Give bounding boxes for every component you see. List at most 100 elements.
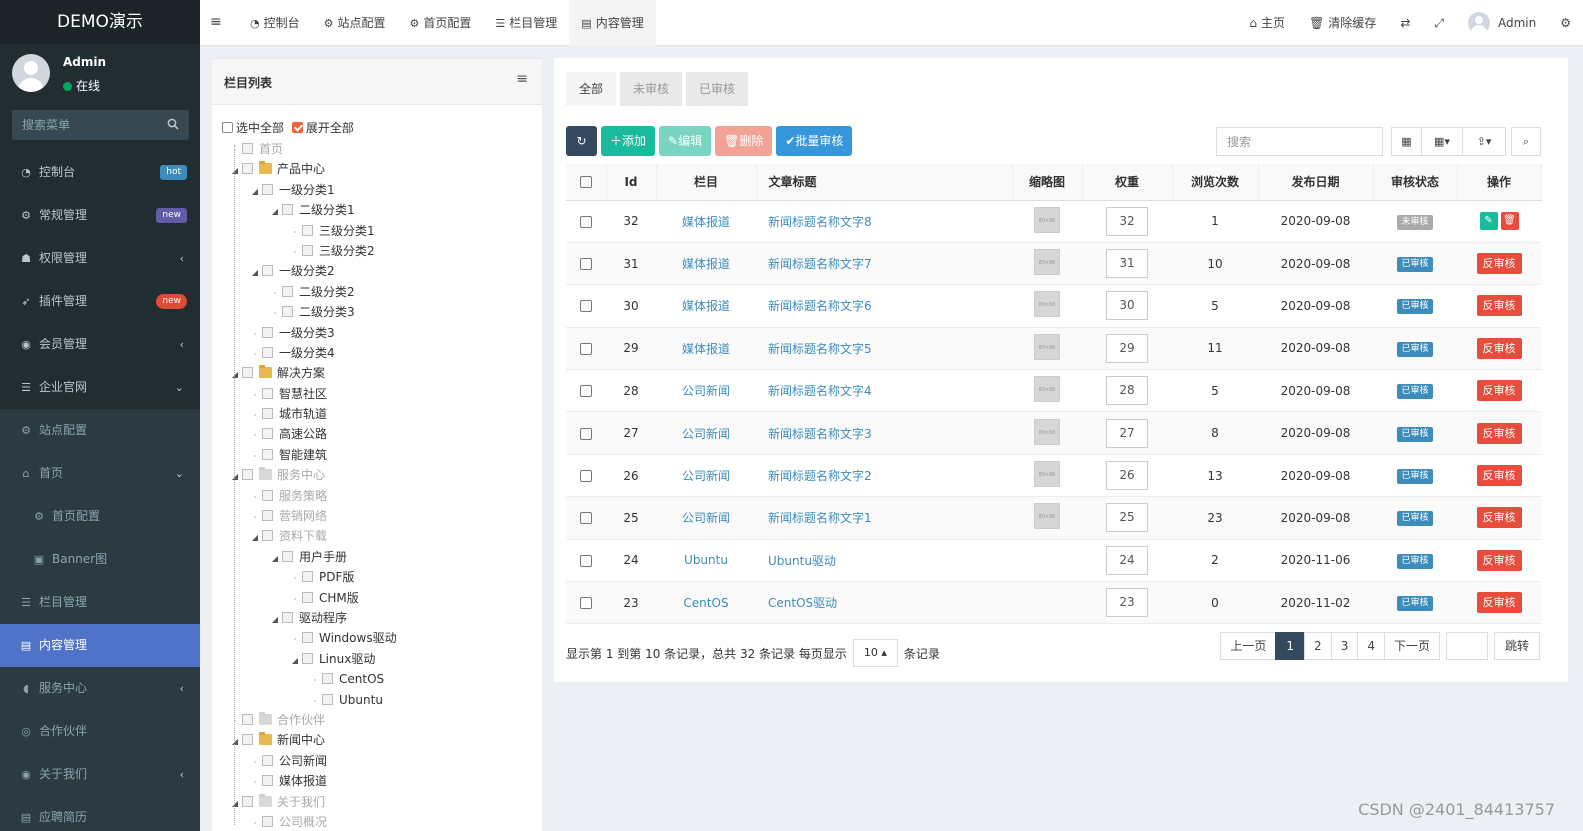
tree-checkbox[interactable] — [262, 265, 273, 277]
tree-node[interactable]: · 三级分类2 — [212, 241, 542, 261]
tree-node[interactable]: · PDF版 — [212, 567, 542, 587]
tree-toggle-icon[interactable]: ◢ — [248, 528, 262, 548]
title-link[interactable]: 新闻标题名称文字5 — [768, 342, 872, 356]
column-link[interactable]: 公司新闻 — [682, 427, 730, 441]
sidebar-item-website[interactable]: ☰ 企业官网 ⌄ — [0, 366, 200, 409]
tree-checkbox[interactable] — [302, 632, 313, 644]
tree-checkbox[interactable] — [282, 204, 293, 216]
thumbnail-image[interactable]: 80×80 — [1034, 503, 1060, 530]
tab-unaudited[interactable]: 未审核 — [620, 72, 683, 106]
expand-all-checkbox[interactable]: 展开全部 — [291, 121, 354, 135]
weight-input[interactable]: 26 — [1106, 461, 1148, 491]
weight-input[interactable]: 28 — [1106, 376, 1148, 406]
tree-node[interactable]: · CHM版 — [212, 588, 542, 608]
thumbnail-image[interactable]: 80×80 — [1034, 291, 1060, 318]
weight-input[interactable]: 29 — [1106, 333, 1148, 363]
tree-node[interactable]: ◢ 服务中心 — [212, 465, 542, 485]
sidebar-item-about[interactable]: ◉ 关于我们 ‹ — [0, 753, 200, 796]
sidebar-item-home[interactable]: ⌂ 首页 ⌄ — [0, 452, 200, 495]
tree-toggle-icon[interactable]: ◢ — [228, 794, 242, 814]
tree-checkbox[interactable] — [282, 285, 293, 297]
col-weight[interactable]: 权重 — [1082, 164, 1173, 201]
tree-checkbox[interactable] — [242, 143, 253, 154]
tree-node[interactable]: ◢ 二级分类1 — [212, 200, 542, 220]
unaudit-button[interactable]: 反审核 — [1476, 253, 1522, 275]
tree-node[interactable]: ◢ 用户手册 — [212, 547, 542, 567]
clear-cache-button[interactable]: 🗑 清除缓存 — [1297, 0, 1388, 46]
sidebar-item-site-config[interactable]: ⚙ 站点配置 — [0, 409, 200, 452]
tree-toggle-icon[interactable]: ◢ — [268, 610, 282, 630]
next-page-button[interactable]: 下一页 — [1383, 632, 1440, 660]
column-link[interactable]: 媒体报道 — [682, 299, 730, 313]
tree-toggle-icon[interactable]: ◢ — [228, 161, 242, 181]
tree-node[interactable]: · 首页 — [212, 139, 542, 159]
col-title[interactable]: 文章标题 — [756, 164, 1013, 201]
row-checkbox-cell[interactable] — [566, 369, 606, 413]
tree-node[interactable]: · 公司新闻 — [212, 751, 542, 771]
weight-input[interactable]: 32 — [1106, 206, 1148, 236]
tree-node[interactable]: · Windows驱动 — [212, 628, 542, 648]
sidebar-item-partners[interactable]: ◎ 合作伙伴 — [0, 710, 200, 753]
tree-node[interactable]: · Ubuntu — [212, 690, 542, 710]
tree-checkbox[interactable] — [262, 448, 273, 460]
title-link[interactable]: Ubuntu驱动 — [768, 554, 836, 568]
advanced-search-button[interactable]: ⌕ — [1511, 127, 1541, 156]
col-views[interactable]: 浏览次数 — [1172, 164, 1259, 201]
add-button[interactable]: ＋添加 — [601, 126, 656, 156]
tree-node[interactable]: · 城市轨道 — [212, 404, 542, 424]
column-link[interactable]: 公司新闻 — [682, 384, 730, 398]
tree-node[interactable]: · 高速公路 — [212, 424, 542, 444]
row-checkbox-cell[interactable] — [566, 200, 606, 243]
page-size-dropdown[interactable]: 10 ▴ — [852, 639, 898, 667]
table-search-input[interactable] — [1216, 127, 1383, 156]
row-delete-button[interactable]: 🗑 — [1500, 212, 1519, 231]
column-link[interactable]: 公司新闻 — [682, 511, 730, 525]
page-3-button[interactable]: 3 — [1330, 632, 1359, 660]
unaudit-button[interactable]: 反审核 — [1476, 422, 1522, 444]
column-link[interactable]: 媒体报道 — [682, 257, 730, 271]
tree-toggle-icon[interactable]: ◢ — [248, 263, 262, 283]
refresh-button[interactable]: ↻ — [566, 126, 597, 156]
weight-input[interactable]: 25 — [1106, 503, 1148, 533]
page-4-button[interactable]: 4 — [1357, 632, 1385, 660]
tree-node[interactable]: · 二级分类2 — [212, 282, 542, 302]
tab-dashboard[interactable]: ◔ 控制台 — [238, 0, 312, 46]
tree-node[interactable]: · 智慧社区 — [212, 384, 542, 404]
thumbnail-image[interactable]: 80×80 — [1034, 376, 1060, 403]
tree-node[interactable]: · 一级分类4 — [212, 343, 542, 363]
tree-checkbox[interactable] — [262, 346, 273, 358]
thumbnail-image[interactable]: 80×80 — [1034, 333, 1060, 360]
col-column[interactable]: 栏目 — [656, 164, 757, 201]
tree-checkbox[interactable] — [262, 387, 273, 399]
select-all-checkbox[interactable]: 选中全部 — [222, 121, 284, 135]
tree-checkbox[interactable] — [262, 510, 273, 522]
jump-page-input[interactable] — [1445, 632, 1488, 660]
tree-toggle-icon[interactable]: ◢ — [268, 202, 282, 222]
tree-node[interactable]: ◢ 资料下载 — [212, 526, 542, 546]
menu-toggle-icon[interactable]: ≡ — [210, 14, 222, 30]
sidebar-item-members[interactable]: ◉ 会员管理 ‹ — [0, 323, 200, 366]
row-checkbox-cell[interactable] — [566, 284, 606, 328]
row-edit-button[interactable]: ✎ — [1479, 212, 1498, 231]
app-logo[interactable]: DEMO演示 — [0, 0, 200, 44]
tree-node[interactable]: ◢ 解决方案 — [212, 363, 542, 383]
jump-button[interactable]: 跳转 — [1493, 632, 1540, 660]
unaudit-button[interactable]: 反审核 — [1476, 549, 1522, 571]
tree-checkbox[interactable] — [302, 591, 313, 603]
title-link[interactable]: 新闻标题名称文字8 — [768, 215, 872, 229]
tree-checkbox[interactable] — [282, 306, 293, 318]
thumbnail-image[interactable]: 80×80 — [1034, 206, 1060, 233]
tab-content[interactable]: ▤ 内容管理 — [569, 0, 656, 46]
sidebar-item-dashboard[interactable]: ◔ 控制台 hot — [0, 151, 200, 194]
tree-checkbox[interactable] — [262, 408, 273, 420]
tree-checkbox[interactable] — [322, 693, 333, 705]
row-checkbox-cell[interactable] — [566, 411, 606, 455]
home-link[interactable]: ⌂ 主页 — [1237, 0, 1297, 46]
thumbnail-image[interactable]: 80×80 — [1034, 249, 1060, 276]
tree-node[interactable]: ◢ 一级分类1 — [212, 180, 542, 200]
tree-toggle-icon[interactable]: ◢ — [228, 732, 242, 752]
unaudit-button[interactable]: 反审核 — [1476, 380, 1522, 402]
tree-node[interactable]: · 三级分类1 — [212, 221, 542, 241]
tree-checkbox[interactable] — [242, 795, 253, 807]
sidebar-item-auth[interactable]: ☗ 权限管理 ‹ — [0, 237, 200, 280]
